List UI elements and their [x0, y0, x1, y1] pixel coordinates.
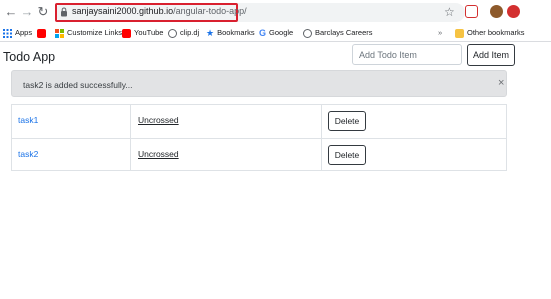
bookmark-label: Google	[269, 28, 294, 37]
delete-button[interactable]: Delete	[328, 145, 366, 165]
bookmark-apps[interactable]: Apps	[3, 27, 32, 39]
bookmark-label: Customize Links	[67, 28, 123, 37]
bookmark-customize-links[interactable]: Customize Links	[55, 27, 122, 39]
column-divider	[130, 105, 131, 138]
todo-table: task1 Uncrossed Delete task2 Uncrossed D…	[11, 104, 507, 171]
alert-message: task2 is added successfully...	[23, 80, 133, 90]
globe-icon	[168, 28, 177, 38]
url-host: sanjaysaini2000.github.io	[72, 6, 174, 16]
column-divider	[321, 105, 322, 138]
forward-arrow-icon[interactable]: →	[19, 4, 35, 20]
bookmark-label: Other bookmarks	[467, 28, 525, 37]
apps-grid-icon	[3, 28, 12, 38]
bookmark-star-icon[interactable]: ☆	[444, 5, 455, 19]
table-row: task2 Uncrossed Delete	[12, 138, 506, 171]
google-icon: G	[259, 28, 267, 38]
youtube-icon	[37, 28, 46, 38]
task-link[interactable]: task1	[18, 115, 38, 125]
browser-toolbar: ← → ↻ sanjaysaini2000.github.io/angular-…	[0, 0, 551, 24]
page-title: Todo App	[3, 50, 56, 64]
bookmark-youtube-icon-only[interactable]	[37, 27, 46, 39]
back-arrow-icon[interactable]: ←	[3, 4, 19, 20]
star-icon: ★	[206, 28, 215, 38]
bookmark-barclays[interactable]: Barclays Careers	[303, 27, 373, 39]
bookmark-label: clip.dj	[180, 28, 200, 37]
bookmark-label: Barclays Careers	[315, 28, 373, 37]
other-bookmarks[interactable]: Other bookmarks	[455, 27, 525, 39]
add-item-button[interactable]: Add Item	[467, 44, 515, 66]
youtube-icon	[122, 28, 131, 38]
browser-chrome: ← → ↻ sanjaysaini2000.github.io/angular-…	[0, 0, 551, 42]
url-text[interactable]: sanjaysaini2000.github.io/angular-todo-a…	[72, 6, 247, 16]
task-status-link[interactable]: Uncrossed	[138, 115, 179, 125]
extension-icon[interactable]	[465, 5, 478, 18]
task-status-link[interactable]: Uncrossed	[138, 149, 179, 159]
bookmark-label: Apps	[15, 28, 33, 37]
bookmark-youtube[interactable]: YouTube	[122, 27, 163, 39]
folder-icon	[455, 28, 464, 38]
task-link[interactable]: task2	[18, 149, 38, 159]
column-divider	[321, 139, 322, 171]
bookmark-clipdj[interactable]: clip.dj	[168, 27, 199, 39]
bookmarks-bar: Apps Customize Links YouTube clip.dj ★ B…	[0, 24, 551, 42]
update-alert-icon[interactable]	[507, 5, 520, 18]
success-alert: task2 is added successfully... ×	[11, 70, 507, 97]
bookmark-bookmarks[interactable]: ★ Bookmarks	[206, 27, 255, 39]
bookmark-google[interactable]: G Google	[259, 27, 293, 39]
url-path: /angular-todo-app/	[173, 6, 247, 16]
delete-button[interactable]: Delete	[328, 111, 366, 131]
bookmark-label: Bookmarks	[217, 28, 255, 37]
profile-avatar[interactable]	[490, 5, 503, 18]
close-icon[interactable]: ×	[498, 78, 504, 89]
bookmark-label: YouTube	[134, 28, 164, 37]
windows-icon	[55, 28, 64, 38]
table-row: task1 Uncrossed Delete	[12, 105, 506, 138]
reload-icon[interactable]: ↻	[35, 4, 51, 20]
bookmarks-overflow-chevron[interactable]: »	[438, 27, 442, 39]
lock-icon	[61, 7, 67, 17]
column-divider	[130, 139, 131, 171]
todo-input[interactable]	[352, 44, 462, 65]
globe-icon	[303, 28, 312, 38]
